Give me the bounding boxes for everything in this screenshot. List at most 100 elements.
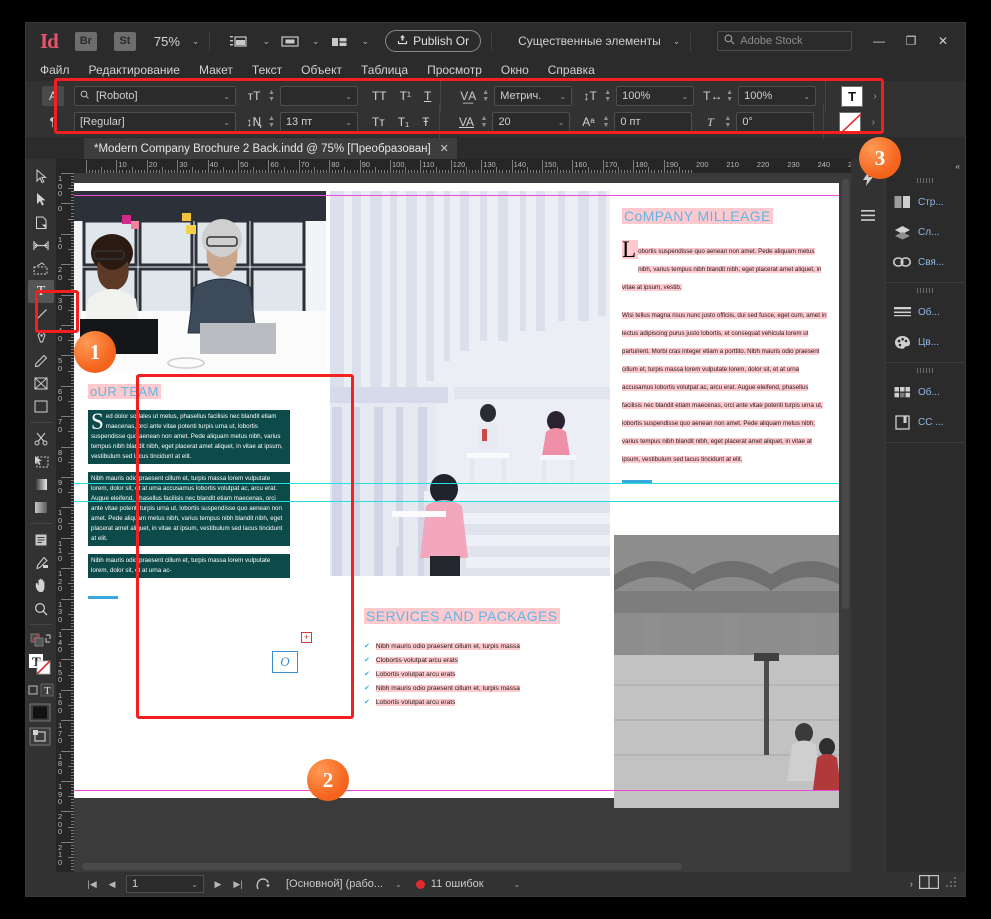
panel-menu-icon[interactable] bbox=[855, 204, 881, 227]
spread-view-icon[interactable] bbox=[919, 875, 939, 894]
horizontal-scale-field[interactable]: 100% ⌄ bbox=[738, 86, 816, 106]
leading-stepper[interactable]: ▲▼ bbox=[268, 115, 275, 129]
first-page-button[interactable]: |◀ bbox=[82, 874, 102, 894]
vertical-scale-stepper[interactable]: ▲▼ bbox=[604, 89, 611, 103]
kerning-chevron-down-icon[interactable]: ⌄ bbox=[556, 92, 567, 101]
skew-field[interactable]: 0° bbox=[736, 112, 814, 132]
zoom-level-value[interactable]: 75% bbox=[154, 34, 180, 49]
view-options-chevron-icon[interactable]: ⌄ bbox=[262, 36, 270, 47]
arrange-documents-icon[interactable] bbox=[330, 34, 350, 49]
type-tool[interactable]: T bbox=[28, 280, 54, 303]
arrange-chevron-icon[interactable]: ⌄ bbox=[362, 36, 370, 47]
ruler-guide-1[interactable] bbox=[74, 483, 839, 484]
preflight-chevron-down-icon[interactable]: ⌄ bbox=[514, 880, 521, 889]
workspace-switcher-label[interactable]: Существенные элементы bbox=[518, 34, 661, 48]
ruler-guide-2[interactable] bbox=[74, 501, 839, 502]
dock-grip[interactable] bbox=[917, 178, 935, 183]
fill-stroke-swatches[interactable] bbox=[28, 629, 54, 652]
direct-selection-tool[interactable] bbox=[28, 188, 54, 211]
menu-item-view[interactable]: Просмотр bbox=[427, 63, 482, 77]
font-style-field[interactable]: [Regular] ⌄ bbox=[74, 112, 236, 132]
panel-color[interactable]: Цв... bbox=[886, 327, 965, 357]
font-size-chevron-down-icon[interactable]: ⌄ bbox=[341, 92, 352, 101]
control-more-arrow-row1[interactable]: › bbox=[867, 86, 883, 106]
horizontal-ruler[interactable]: 1020304050607080901001101201301401501601… bbox=[74, 159, 851, 173]
underline-button[interactable]: T bbox=[424, 89, 431, 103]
dock-grip-2[interactable] bbox=[917, 288, 935, 293]
error-count-label[interactable]: 11 ошибок bbox=[431, 878, 484, 890]
panel-layers[interactable]: Сл... bbox=[886, 217, 965, 247]
menu-item-edit[interactable]: Редактирование bbox=[89, 63, 180, 77]
tracking-chevron-down-icon[interactable]: ⌄ bbox=[554, 118, 565, 127]
content-collector-tool[interactable] bbox=[28, 257, 54, 280]
hand-tool[interactable] bbox=[28, 574, 54, 597]
free-transform-tool[interactable] bbox=[28, 450, 54, 473]
baseline-shift-field[interactable]: 0 пт bbox=[614, 112, 692, 132]
font-size-field[interactable]: ⌄ bbox=[280, 86, 358, 106]
ruler-origin[interactable] bbox=[56, 159, 74, 173]
subscript-button[interactable]: T₁ bbox=[398, 115, 409, 129]
superscript-button[interactable]: T¹ bbox=[400, 89, 411, 103]
master-page-label[interactable]: [Основной] (рабо... bbox=[286, 878, 383, 890]
menu-item-window[interactable]: Окно bbox=[501, 63, 529, 77]
font-family-field[interactable]: [Roboto] ⌄ bbox=[74, 86, 236, 106]
stock-button[interactable]: St bbox=[114, 32, 136, 51]
zoom-chevron-down-icon[interactable]: ⌄ bbox=[192, 36, 200, 47]
last-page-button[interactable]: ▶| bbox=[228, 874, 248, 894]
menu-item-layout[interactable]: Макет bbox=[199, 63, 233, 77]
master-page-chevron-down-icon[interactable]: ⌄ bbox=[395, 880, 402, 889]
panel-links[interactable]: Свя... bbox=[886, 247, 965, 277]
page-number-chevron-down-icon[interactable]: ⌄ bbox=[191, 880, 198, 889]
pencil-tool[interactable] bbox=[28, 349, 54, 372]
normal-view-mode-button[interactable] bbox=[28, 725, 54, 749]
page-view[interactable]: oUR TEAM S ed dolor sodales ut metus, ph… bbox=[74, 173, 839, 860]
horizontal-scale-stepper[interactable]: ▲▼ bbox=[726, 89, 733, 103]
horizontal-scale-chevron-down-icon[interactable]: ⌄ bbox=[799, 92, 810, 101]
small-caps-button[interactable]: Tᴛ bbox=[372, 115, 385, 129]
leading-field[interactable]: 13 пт ⌄ bbox=[280, 112, 358, 132]
fill-color-swatch[interactable]: T bbox=[841, 86, 863, 107]
services-text-frame[interactable]: SERVICES AND PACKAGES ✔Nibh mauris odio … bbox=[364, 608, 579, 788]
font-size-stepper[interactable]: ▲▼ bbox=[268, 89, 275, 103]
gap-tool[interactable] bbox=[28, 234, 54, 257]
gradient-swatch-tool[interactable] bbox=[28, 473, 54, 496]
eyedropper-tool[interactable] bbox=[28, 551, 54, 574]
screen-mode-chevron-icon[interactable]: ⌄ bbox=[312, 36, 320, 47]
note-tool[interactable] bbox=[28, 528, 54, 551]
our-team-text-frame[interactable]: oUR TEAM S ed dolor sodales ut metus, ph… bbox=[88, 383, 290, 703]
document-tab-close-icon[interactable]: ✕ bbox=[440, 142, 449, 155]
paragraph-formatting-button[interactable]: ¶ bbox=[42, 112, 64, 132]
frame-tool[interactable] bbox=[28, 372, 54, 395]
status-more-arrow[interactable]: › bbox=[910, 879, 913, 890]
horizontal-scrollbar[interactable] bbox=[82, 863, 682, 870]
company-milleage-text-frame[interactable]: CoMPANY MILLEAGE L obortis suspendisse q… bbox=[622, 208, 827, 538]
panel-object-styles[interactable]: Об... bbox=[886, 377, 965, 407]
kerning-field[interactable]: Метрич. ⌄ bbox=[494, 86, 572, 106]
kerning-stepper[interactable]: ▲▼ bbox=[482, 89, 489, 103]
panel-pages[interactable]: Стр... bbox=[886, 187, 965, 217]
vertical-ruler[interactable]: 1 0 001 02 03 04 05 06 07 08 09 01 0 01 … bbox=[56, 173, 74, 872]
atrium-photo[interactable] bbox=[330, 191, 610, 576]
menu-item-help[interactable]: Справка bbox=[548, 63, 595, 77]
leading-chevron-down-icon[interactable]: ⌄ bbox=[341, 118, 352, 127]
bridge-photo[interactable] bbox=[614, 535, 839, 808]
maximize-button[interactable]: ❐ bbox=[895, 29, 927, 53]
resize-grip-icon[interactable] bbox=[945, 875, 957, 893]
font-style-chevron-down-icon[interactable]: ⌄ bbox=[219, 118, 230, 127]
view-options-icon[interactable] bbox=[230, 34, 250, 49]
menu-item-type[interactable]: Текст bbox=[252, 63, 282, 77]
adobe-stock-search[interactable]: Adobe Stock bbox=[717, 31, 852, 51]
publish-online-button[interactable]: Publish Or bbox=[385, 30, 481, 52]
stroke-color-swatch[interactable] bbox=[839, 112, 861, 133]
vertical-scale-field[interactable]: 100% ⌄ bbox=[616, 86, 694, 106]
character-formatting-button[interactable]: A bbox=[42, 86, 64, 106]
document-spread[interactable]: oUR TEAM S ed dolor sodales ut metus, ph… bbox=[74, 183, 839, 798]
font-family-chevron-down-icon[interactable]: ⌄ bbox=[219, 92, 230, 101]
strikethrough-button[interactable]: Ŧ bbox=[422, 115, 429, 129]
tracking-stepper[interactable]: ▲▼ bbox=[481, 115, 488, 129]
apply-color-button[interactable] bbox=[28, 701, 54, 725]
menu-item-file[interactable]: Файл bbox=[40, 63, 70, 77]
panel-cc-libraries[interactable]: CC ... bbox=[886, 407, 965, 437]
zoom-tool[interactable] bbox=[28, 597, 54, 620]
pen-tool[interactable] bbox=[28, 326, 54, 349]
